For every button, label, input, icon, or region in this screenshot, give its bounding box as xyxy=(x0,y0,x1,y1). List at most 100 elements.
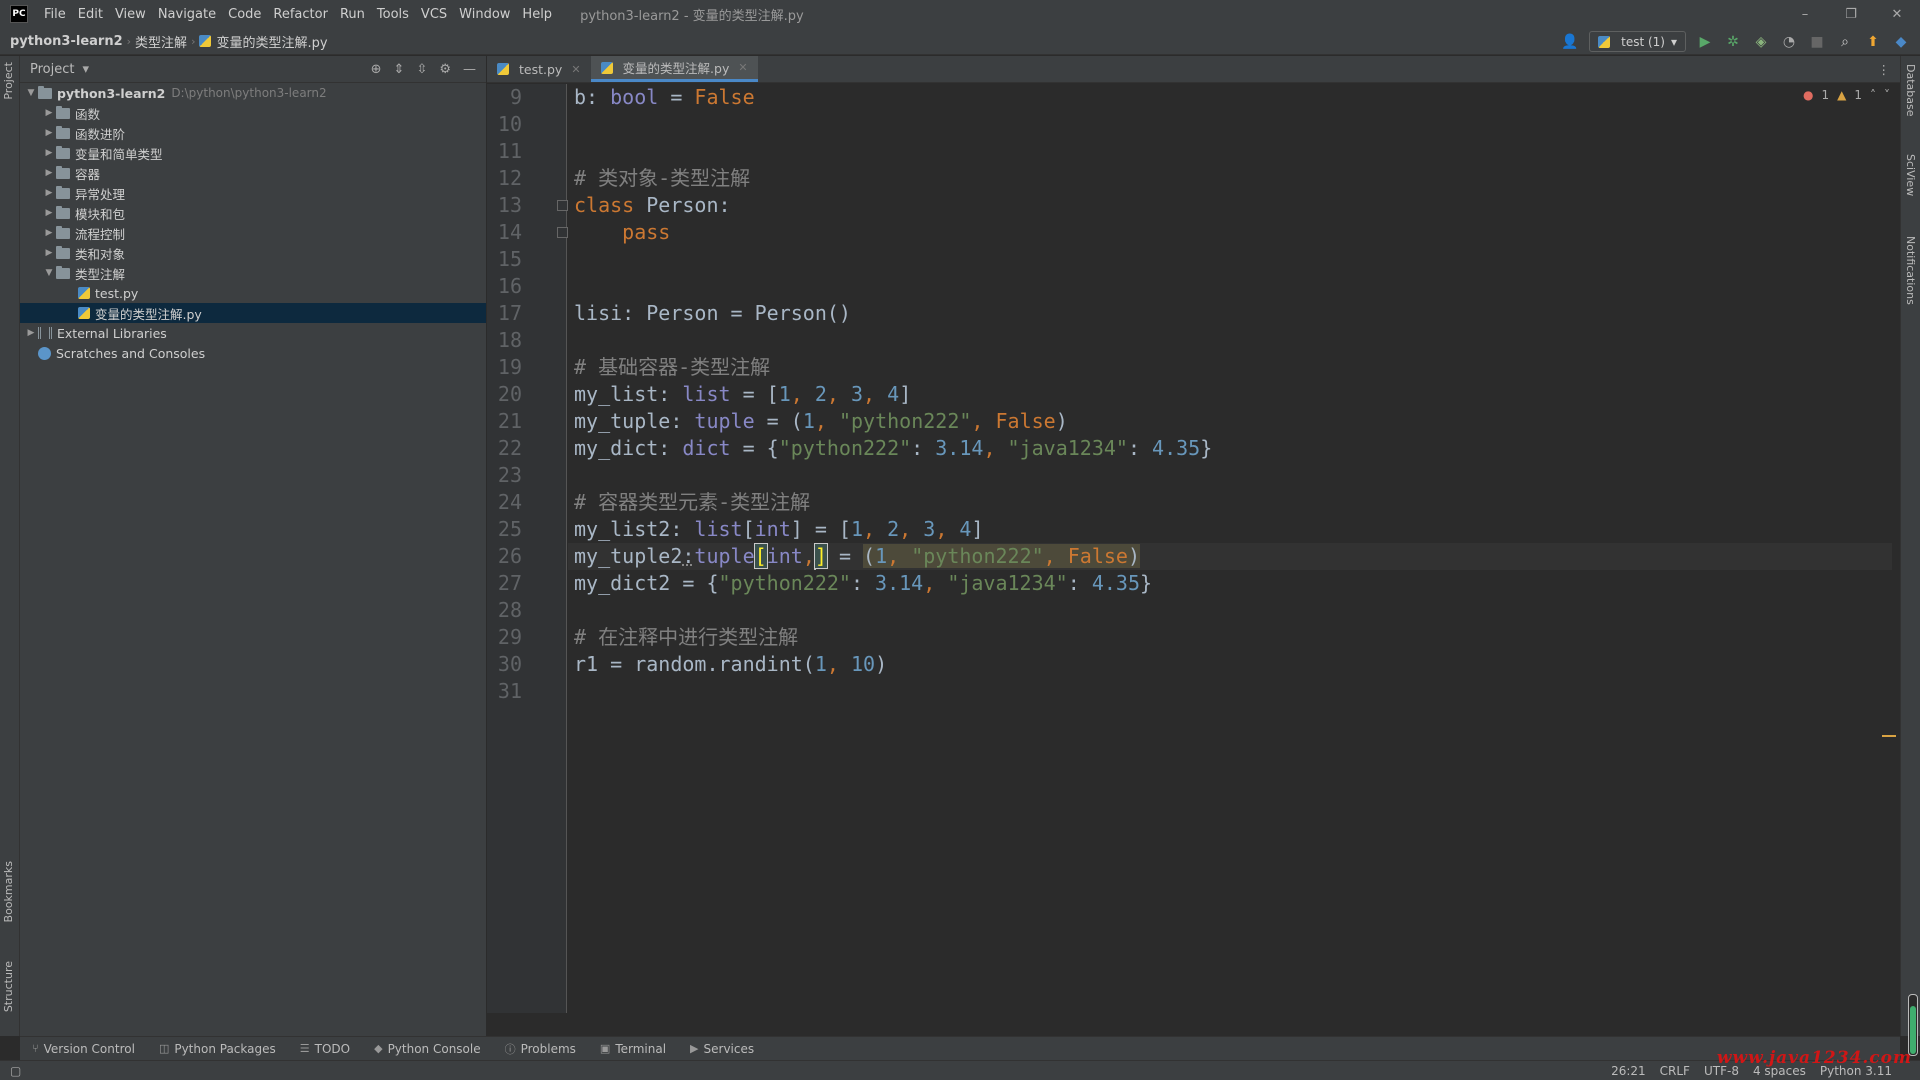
debug-icon[interactable]: ✲ xyxy=(1724,33,1742,51)
python-console-tool[interactable]: ◆ Python Console xyxy=(362,1042,493,1056)
chevron-down-icon[interactable]: ▼ xyxy=(24,88,38,98)
tree-scratches[interactable]: Scratches and Consoles xyxy=(20,343,486,363)
tree-folder[interactable]: ▶ 函数进阶 xyxy=(20,123,486,143)
menu-vcs[interactable]: VCS xyxy=(415,7,453,22)
notifications-tool-tab[interactable]: Notifications xyxy=(1904,236,1917,305)
code-line[interactable]: # 容器类型元素-类型注解 xyxy=(574,489,810,516)
breadcrumb-folder[interactable]: 类型注解 xyxy=(131,32,191,51)
run-configuration-select[interactable]: test (1) ▾ xyxy=(1589,31,1686,52)
chevron-right-icon[interactable]: ▶ xyxy=(42,208,56,218)
profile-icon[interactable]: ◔ xyxy=(1780,33,1798,51)
database-tool-tab[interactable]: Database xyxy=(1904,64,1917,117)
chevron-right-icon[interactable]: ▶ xyxy=(42,228,56,238)
project-tool-tab[interactable]: Project xyxy=(2,62,15,100)
tree-folder[interactable]: ▶ 容器 xyxy=(20,163,486,183)
run-icon[interactable]: ▶ xyxy=(1696,33,1714,51)
update-icon[interactable]: ⬆ xyxy=(1864,33,1882,51)
menu-refactor[interactable]: Refactor xyxy=(267,7,334,22)
terminal-tool[interactable]: ▣ Terminal xyxy=(588,1042,678,1056)
tree-folder-expanded[interactable]: ▼ 类型注解 xyxy=(20,263,486,283)
code-line[interactable]: lisi: Person = Person() xyxy=(574,300,851,327)
restore-button[interactable]: ❐ xyxy=(1828,0,1874,28)
caret-position[interactable]: 26:21 xyxy=(1611,1064,1646,1078)
user-account-icon[interactable]: 👤 xyxy=(1561,33,1579,51)
hide-panel-icon[interactable]: — xyxy=(463,62,476,77)
code-line-current[interactable]: my_tuple2:tuple[int,] = (1, "python222",… xyxy=(574,543,1141,570)
gear-icon[interactable]: ⚙ xyxy=(439,62,451,77)
expand-all-icon[interactable]: ⇕ xyxy=(394,62,405,77)
code-line[interactable]: my_dict: dict = {"python222": 3.14, "jav… xyxy=(574,435,1212,462)
sciview-tool-tab[interactable]: SciView xyxy=(1904,154,1917,196)
locate-file-icon[interactable]: ⊕ xyxy=(371,62,382,77)
problems-tool[interactable]: ⓘ Problems xyxy=(493,1041,588,1057)
menu-view[interactable]: View xyxy=(109,7,152,22)
tab-active-file[interactable]: 变量的类型注解.py ✕ xyxy=(590,56,758,82)
chevron-right-icon[interactable]: ▶ xyxy=(42,168,56,178)
bookmarks-tool-tab[interactable]: Bookmarks xyxy=(2,861,15,922)
breadcrumb-project[interactable]: python3-learn2 xyxy=(0,34,127,49)
chevron-right-icon[interactable]: ▶ xyxy=(42,188,56,198)
version-control-tool[interactable]: ⑂ Version Control xyxy=(20,1042,147,1056)
chevron-right-icon[interactable]: ▶ xyxy=(24,328,38,338)
chevron-right-icon[interactable]: ▶ xyxy=(42,148,56,158)
tree-folder[interactable]: ▶ 变量和简单类型 xyxy=(20,143,486,163)
code-line[interactable]: my_dict2 = {"python222": 3.14, "java1234… xyxy=(574,570,1152,597)
code-line[interactable]: # 类对象-类型注解 xyxy=(574,165,750,192)
line-number-gutter[interactable]: 9 10 11 12 13 14 15 16 17 18 19 20 21 22 23 24 25 26 27 28 2… xyxy=(487,84,568,1013)
tree-root[interactable]: ▼ python3-learn2 D:\python\python3-learn… xyxy=(20,83,486,103)
tree-external-libraries[interactable]: ▶ External Libraries xyxy=(20,323,486,343)
code-line[interactable]: my_tuple: tuple = (1, "python222", False… xyxy=(574,408,1068,435)
chevron-down-icon[interactable]: ▾ xyxy=(82,62,89,77)
tab-test-py[interactable]: test.py ✕ xyxy=(487,56,591,82)
tree-file-selected[interactable]: 变量的类型注解.py xyxy=(20,303,486,323)
chevron-down-icon[interactable]: ▼ xyxy=(42,268,56,278)
tree-folder[interactable]: ▶ 流程控制 xyxy=(20,223,486,243)
code-line[interactable]: my_list: list = [1, 2, 3, 4] xyxy=(574,381,911,408)
code-line[interactable]: my_list2: list[int] = [1, 2, 3, 4] xyxy=(574,516,984,543)
coverage-icon[interactable]: ◈ xyxy=(1752,33,1770,51)
tree-folder[interactable]: ▶ 函数 xyxy=(20,103,486,123)
code-line[interactable]: r1 = random.randint(1, 10) xyxy=(574,651,887,678)
chevron-right-icon[interactable]: ▶ xyxy=(42,108,56,118)
python-packages-tool[interactable]: ◫ Python Packages xyxy=(147,1042,288,1056)
code-line[interactable]: # 基础容器-类型注解 xyxy=(574,354,770,381)
memory-indicator[interactable] xyxy=(1908,994,1918,1056)
jetbrains-ai-icon[interactable]: ◆ xyxy=(1892,33,1910,51)
line-separator[interactable]: CRLF xyxy=(1660,1064,1690,1078)
tree-folder[interactable]: ▶ 模块和包 xyxy=(20,203,486,223)
stop-icon[interactable]: ■ xyxy=(1808,33,1826,51)
menu-code[interactable]: Code xyxy=(222,7,267,22)
chevron-right-icon[interactable]: ▶ xyxy=(42,248,56,258)
menu-tools[interactable]: Tools xyxy=(371,7,415,22)
code-line[interactable]: # 在注释中进行类型注解 xyxy=(574,624,798,651)
menu-window[interactable]: Window xyxy=(453,7,516,22)
close-button[interactable]: ✕ xyxy=(1874,0,1920,28)
fold-icon[interactable] xyxy=(557,200,568,211)
project-view-select[interactable]: Project xyxy=(30,62,74,77)
menu-edit[interactable]: Edit xyxy=(72,7,109,22)
menu-help[interactable]: Help xyxy=(516,7,558,22)
more-tabs-icon[interactable]: ⋮ xyxy=(1868,56,1901,82)
code-editor[interactable]: my_tuple2:tuple[int,] = (1, "python222",… xyxy=(568,84,1892,1013)
minimize-button[interactable]: – xyxy=(1782,0,1828,28)
todo-tool[interactable]: ☰ TODO xyxy=(288,1042,362,1056)
inspection-widget[interactable]: ● 1 ▲ 1 ˄ ˅ xyxy=(1803,88,1890,102)
menu-run[interactable]: Run xyxy=(334,7,371,22)
close-icon[interactable]: ✕ xyxy=(571,63,580,76)
services-tool[interactable]: ▶ Services xyxy=(678,1042,766,1056)
menu-navigate[interactable]: Navigate xyxy=(152,7,222,22)
search-icon[interactable]: ⌕ xyxy=(1836,33,1854,51)
code-line[interactable]: class Person: xyxy=(574,192,731,219)
toggle-tool-windows-icon[interactable]: ▢ xyxy=(10,1064,21,1078)
chevron-up-icon[interactable]: ˄ xyxy=(1870,88,1876,102)
tree-file[interactable]: test.py xyxy=(20,283,486,303)
chevron-right-icon[interactable]: ▶ xyxy=(42,128,56,138)
warning-stripe-marker[interactable] xyxy=(1882,735,1896,737)
collapse-all-icon[interactable]: ⇳ xyxy=(416,62,427,77)
breadcrumb-file[interactable]: 变量的类型注解.py xyxy=(216,32,331,51)
chevron-down-icon[interactable]: ˅ xyxy=(1884,88,1890,102)
menu-file[interactable]: File xyxy=(38,7,72,22)
code-line[interactable]: pass xyxy=(574,219,670,246)
tree-folder[interactable]: ▶ 类和对象 xyxy=(20,243,486,263)
fold-end-icon[interactable] xyxy=(557,227,568,238)
